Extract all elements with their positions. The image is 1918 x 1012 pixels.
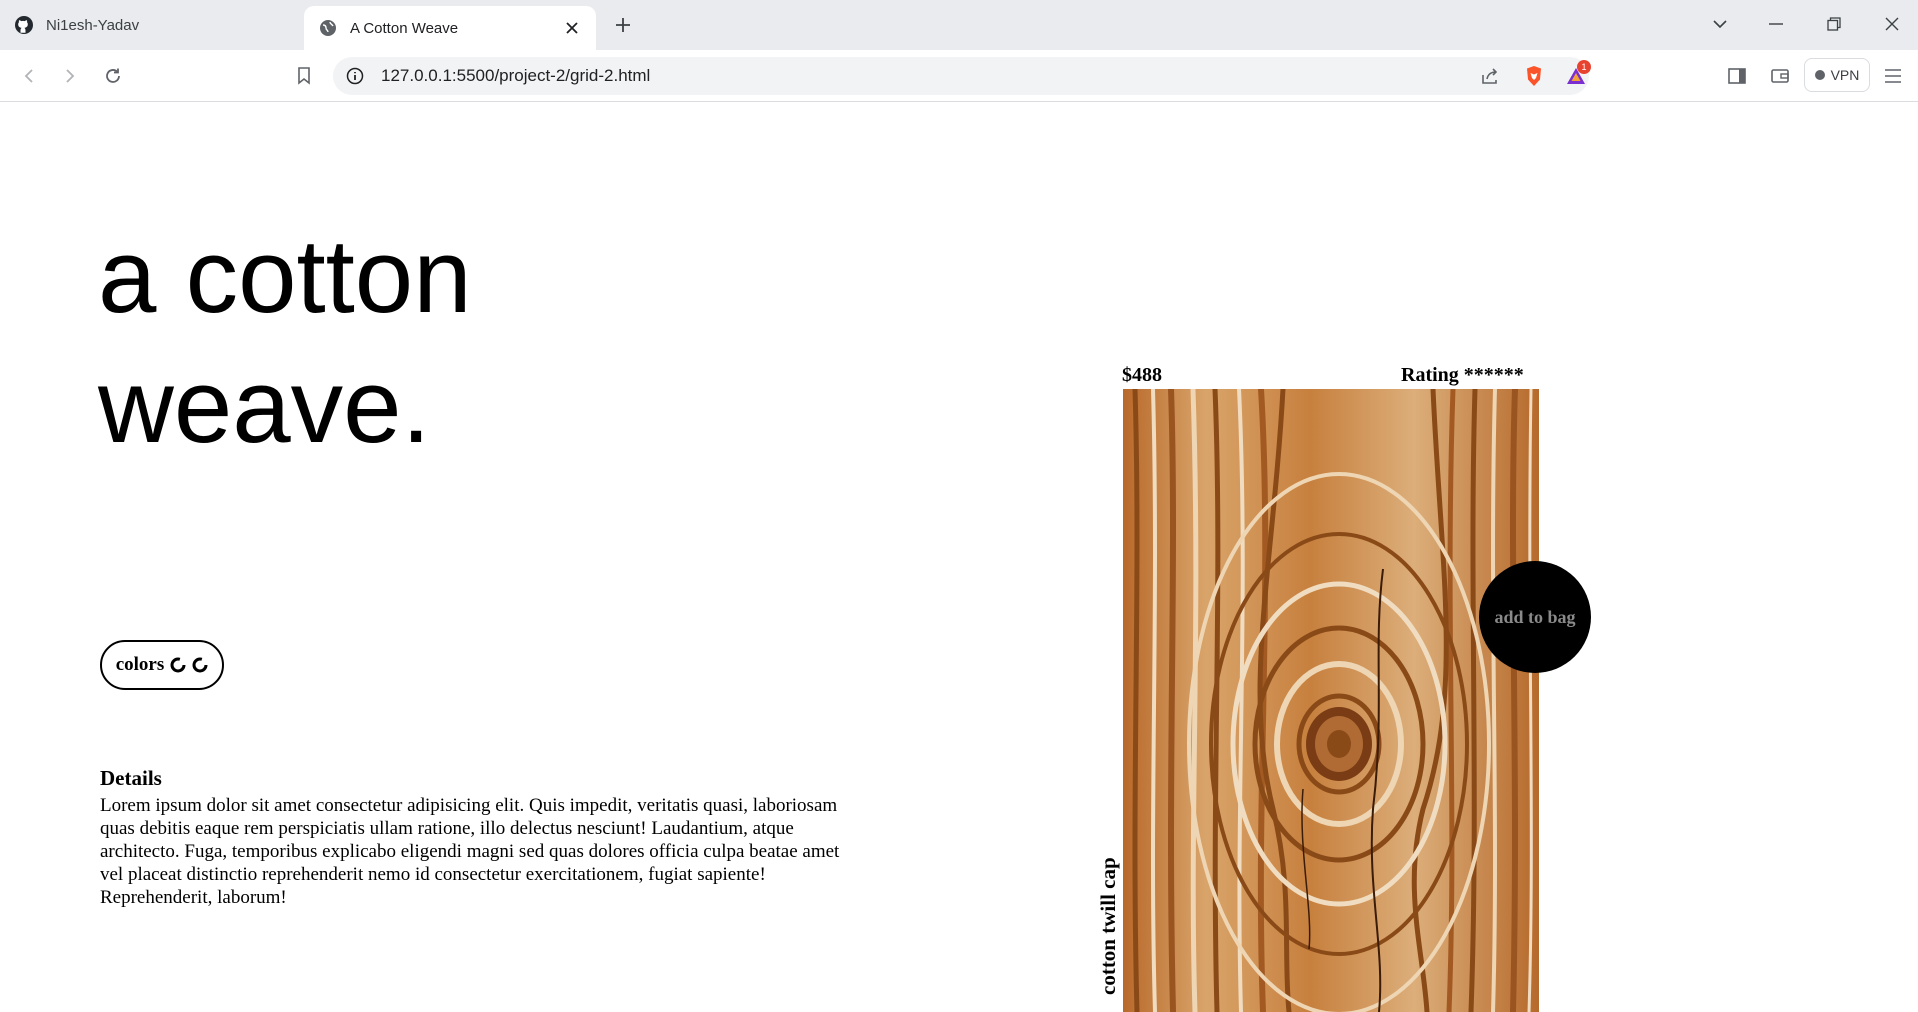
minimize-button[interactable] (1756, 8, 1796, 40)
github-icon (14, 15, 34, 35)
sidebar-toggle-button[interactable] (1720, 59, 1754, 93)
wallet-icon (1771, 69, 1789, 83)
add-to-bag-button[interactable]: add to bag (1479, 561, 1591, 673)
tab-a-cotton-weave[interactable]: A Cotton Weave (304, 6, 596, 50)
close-window-button[interactable] (1872, 8, 1912, 40)
brave-shields-icon[interactable] (1519, 62, 1549, 90)
browser-toolbar: 127.0.0.1:5500/project-2/grid-2.html 1 V… (0, 50, 1918, 102)
details-heading: Details (100, 766, 162, 790)
tab-strip: Ni1esh-Yadav A Cotton Weave (0, 0, 1918, 50)
url-text[interactable]: 127.0.0.1:5500/project-2/grid-2.html (381, 57, 650, 95)
hero-line-2: weave. (98, 348, 431, 465)
vpn-status-icon (1814, 70, 1825, 80)
tab-title: A Cotton Weave (350, 19, 459, 37)
reload-icon (106, 68, 120, 83)
minimize-icon (1769, 23, 1783, 25)
main-menu-button[interactable] (1876, 59, 1910, 93)
color-swatch-icon[interactable] (192, 657, 208, 673)
forward-button[interactable] (53, 59, 87, 93)
bookmark-icon (298, 67, 310, 85)
product-image (1123, 389, 1539, 1012)
back-button[interactable] (12, 59, 46, 93)
notification-badge: 1 (1577, 60, 1591, 74)
tab-github[interactable]: Ni1esh-Yadav (0, 6, 300, 44)
page-content: a cotton weave. colors Details Lorem ips… (0, 102, 1918, 1012)
details-description: Lorem ipsum dolor sit amet consectetur a… (100, 795, 840, 908)
hamburger-menu-icon (1885, 69, 1901, 83)
close-tab-icon[interactable] (560, 16, 584, 40)
brave-rewards-icon[interactable]: 1 (1561, 60, 1591, 90)
chevron-down-icon (1713, 20, 1727, 29)
product-price: $488 (1122, 364, 1162, 386)
tab-title: Ni1esh-Yadav (46, 16, 140, 34)
colors-selector[interactable]: colors (100, 640, 224, 690)
color-swatch-icon[interactable] (170, 657, 186, 673)
plus-icon (616, 18, 630, 32)
globe-icon (318, 18, 338, 38)
tab-search-button[interactable] (1700, 8, 1740, 40)
hero-heading: a cotton weave. (98, 212, 798, 472)
sidebar-icon (1728, 68, 1746, 84)
restore-button[interactable] (1814, 8, 1854, 40)
close-icon (1885, 17, 1899, 31)
vpn-label: VPN (1830, 67, 1860, 83)
reload-button[interactable] (96, 59, 130, 93)
site-info-icon[interactable] (341, 62, 369, 90)
colors-label: colors (115, 654, 165, 675)
new-tab-button[interactable] (608, 10, 638, 40)
back-arrow-icon (24, 69, 33, 83)
vpn-button[interactable]: VPN (1804, 58, 1870, 92)
product-name: cotton twill cap (1096, 857, 1120, 995)
address-bar[interactable]: 127.0.0.1:5500/project-2/grid-2.html 1 (333, 57, 1591, 95)
share-icon[interactable] (1475, 62, 1505, 90)
wallet-button[interactable] (1763, 59, 1797, 93)
product-rating: Rating ****** (1401, 364, 1524, 386)
bookmark-button[interactable] (287, 59, 321, 93)
hero-line-1: a cotton (98, 218, 472, 335)
forward-arrow-icon (66, 69, 75, 83)
restore-icon (1827, 17, 1841, 31)
